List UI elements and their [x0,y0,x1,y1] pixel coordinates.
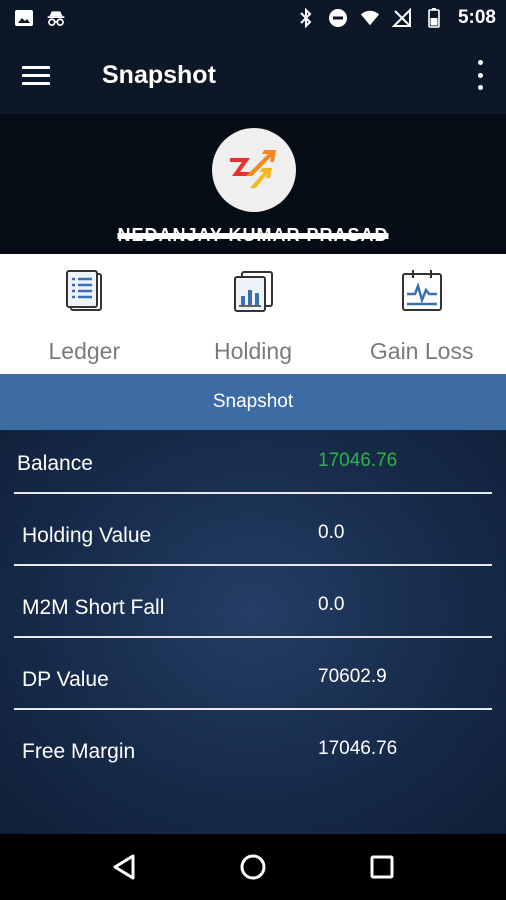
nav-label-holding: Holding [214,338,292,364]
user-name: NEDANJAY KUMAR PRASAD [117,225,389,245]
nav-label-gain-loss: Gain Loss [369,338,474,364]
list-item-free-margin: Free Margin 17046.76 [14,718,492,782]
row-value: 0.0 [318,594,345,615]
section-header: Snapshot [0,374,506,430]
quick-nav: Ledger Holding Gain Loss [0,254,506,374]
nav-item-holding[interactable]: Holding [169,254,338,374]
bluetooth-icon [296,8,316,28]
row-label: Balance [17,452,93,475]
image-icon [14,8,34,28]
recents-icon[interactable] [362,847,402,887]
brand-logo [212,128,296,212]
nav-item-ledger[interactable]: Ledger [0,254,169,374]
row-value: 17046.76 [318,738,398,759]
hamburger-menu-icon[interactable] [22,55,62,95]
ledger-icon [59,266,109,316]
page-title: Snapshot [102,60,216,89]
row-value: 70602.9 [318,666,387,687]
profile-header: NEDANJAY KUMAR PRASAD [0,114,506,254]
row-label: Holding Value [22,524,152,547]
status-time: 5:08 [457,7,496,28]
list-item-holding-value: Holding Value 0.0 [14,502,492,566]
back-icon[interactable] [104,847,144,887]
nav-label-ledger: Ledger [48,338,121,364]
home-icon[interactable] [233,847,273,887]
do-not-disturb-icon [328,8,348,28]
list-item-dp-value: DP Value 70602.9 [14,646,492,710]
row-label: M2M Short Fall [22,596,165,619]
more-vert-icon[interactable] [474,60,486,90]
app-bar: Snapshot [0,36,506,114]
gain-loss-icon [397,266,447,316]
row-value: 17046.76 [318,450,398,471]
no-signal-icon [391,8,412,28]
system-nav-bar [0,834,506,900]
incognito-icon [46,8,66,28]
row-label: DP Value [22,668,109,691]
nav-item-gain-loss[interactable]: Gain Loss [337,254,506,374]
wifi-icon [360,8,380,28]
list-item-balance: Balance 17046.76 [14,430,492,494]
row-label: Free Margin [22,740,136,763]
holding-icon [228,266,278,316]
battery-icon [424,8,444,28]
status-bar: 5:08 [0,0,506,36]
snapshot-list: Balance 17046.76 Holding Value 0.0 M2M S… [0,430,506,834]
row-value: 0.0 [318,522,345,543]
list-item-m2m-short-fall: M2M Short Fall 0.0 [14,574,492,638]
